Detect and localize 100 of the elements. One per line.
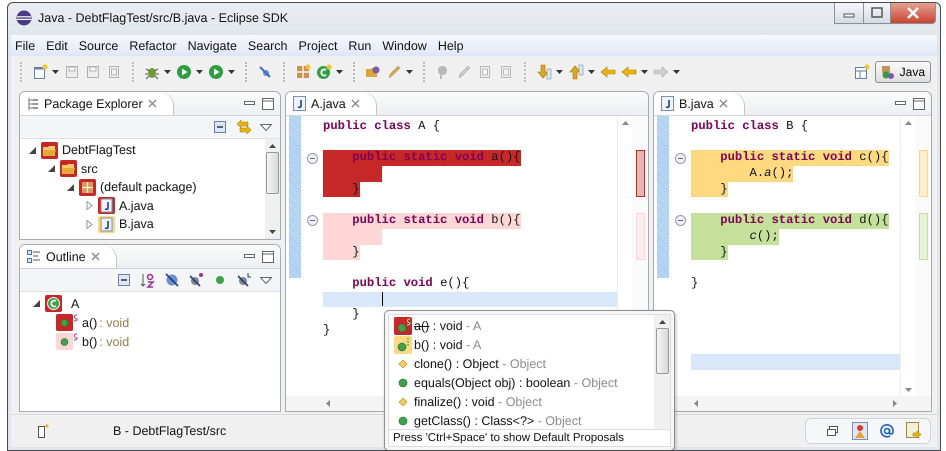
view-menu-icon[interactable] [260,276,272,284]
collapse-all-icon[interactable] [116,272,132,288]
tree-item[interactable]: a() [82,316,98,330]
collapse-icon[interactable] [306,152,318,164]
pencil-icon[interactable] [456,64,472,80]
menu-item[interactable]: Refactor [129,38,177,52]
print-icon[interactable] [106,64,122,80]
minimize-icon[interactable] [895,100,906,106]
completion-item[interactable]: clone() : Object - Object [389,354,654,373]
caret-icon[interactable] [556,70,563,74]
completion-item[interactable]: b() : void - A [389,335,654,354]
restore-icon[interactable] [826,424,840,438]
package-icon[interactable] [295,64,311,80]
scrollbar[interactable] [654,315,670,429]
new-document-icon[interactable] [32,64,48,80]
editor-tab[interactable]: B.java [654,92,745,115]
sort-icon[interactable] [140,272,156,288]
tree-item[interactable]: b() [82,334,98,348]
scroll-right-icon[interactable] [893,400,897,407]
close-icon[interactable] [148,99,157,108]
outline-tab[interactable]: Outline [20,245,117,268]
folder-icon[interactable] [365,64,381,80]
minimize-icon[interactable] [244,100,255,106]
scroll-left-icon[interactable] [326,400,330,407]
scroll-up-icon[interactable] [658,320,666,324]
open-perspective-icon[interactable] [854,64,870,80]
minimize-icon[interactable] [834,3,864,24]
tree-item[interactable]: src [81,162,98,176]
caret-icon[interactable] [52,70,59,74]
link-arrows-icon[interactable] [236,119,252,135]
code-line: } [323,322,330,339]
expand-toggle-icon[interactable] [85,201,94,210]
maximize-icon[interactable] [262,98,274,110]
maximize-icon[interactable] [913,98,925,110]
menu-item[interactable]: Window [382,38,427,52]
expand-toggle-icon[interactable] [32,299,41,308]
scroll-thumb[interactable] [656,328,668,374]
menu-item[interactable]: Source [78,38,118,52]
menu-item[interactable]: Navigate [188,38,237,52]
close-icon[interactable] [718,99,728,108]
tree-item[interactable]: A [71,296,80,310]
view-menu-icon[interactable] [260,124,272,130]
caret-icon[interactable] [228,70,235,74]
close-icon[interactable] [90,252,100,261]
completion-item[interactable]: getClass() : Class<?> - Object [389,411,654,430]
menu-item[interactable]: Search [248,38,288,52]
caret-icon[interactable] [641,70,648,74]
close-icon[interactable] [350,99,360,108]
overview-marker[interactable] [636,150,644,166]
expand-toggle-icon[interactable] [47,164,56,174]
tree-item[interactable]: (default package) [100,180,197,194]
scroll-thumb[interactable] [266,152,279,194]
editor-tab[interactable]: A.java [286,92,377,115]
person-icon[interactable] [852,422,868,440]
collapse-icon[interactable] [674,215,686,226]
collapse-icon[interactable] [674,152,686,164]
close-icon[interactable] [891,3,936,24]
completion-item[interactable]: equals(Object obj) : boolean - Object [389,373,654,392]
minimize-icon[interactable] [244,254,255,260]
caret-icon[interactable] [673,70,680,74]
hide-fields-icon[interactable] [164,272,180,288]
package-explorer-tab[interactable]: Package Explorer [20,92,174,115]
caret-icon[interactable] [588,70,595,74]
tree-item[interactable]: A.java [119,198,154,213]
completion-item[interactable]: a() : void - A [389,316,654,335]
caret-icon[interactable] [336,70,343,74]
expand-toggle-icon[interactable] [66,182,75,192]
arrow-left-icon[interactable] [600,64,616,80]
scrollbar[interactable] [265,139,280,239]
caret-icon[interactable] [196,70,203,74]
caret-icon[interactable] [406,70,413,74]
scroll-left-icon[interactable] [694,400,698,407]
completion-item[interactable]: finalize() : void - Object [389,392,654,411]
scroll-up-icon[interactable] [269,144,276,148]
menu-item[interactable]: Help [438,38,464,52]
hide-local-icon[interactable] [236,272,252,288]
window-title: Java - DebtFlagTest/src/B.java - Eclipse SDK [38,11,288,25]
maximize-icon[interactable] [262,250,274,262]
expand-toggle-icon[interactable] [28,146,37,155]
maximize-icon[interactable] [864,3,891,24]
tree-item[interactable]: B.java [119,217,154,232]
hide-static-icon[interactable] [188,272,204,288]
menu-item[interactable]: Project [298,38,338,52]
menu-item[interactable]: File [15,38,36,52]
text-cursor [382,292,383,306]
overview-marker[interactable] [636,182,644,198]
java-perspective-icon [880,64,897,80]
save-all-icon[interactable] [85,64,101,80]
expand-toggle-icon[interactable] [85,220,94,229]
collapse-icon[interactable] [306,215,318,226]
save-icon[interactable] [64,64,80,80]
at-sign-icon[interactable] [880,424,894,438]
menu-item[interactable]: Run [348,38,372,52]
scroll-down-icon[interactable] [269,230,276,234]
tree-item[interactable]: DebtFlagTest [62,143,136,158]
slash-icon[interactable] [257,64,273,80]
caret-icon[interactable] [164,70,171,74]
collapse-all-icon[interactable] [212,119,228,135]
java-perspective-button[interactable]: Java [874,61,931,83]
menu-item[interactable]: Edit [46,38,68,52]
